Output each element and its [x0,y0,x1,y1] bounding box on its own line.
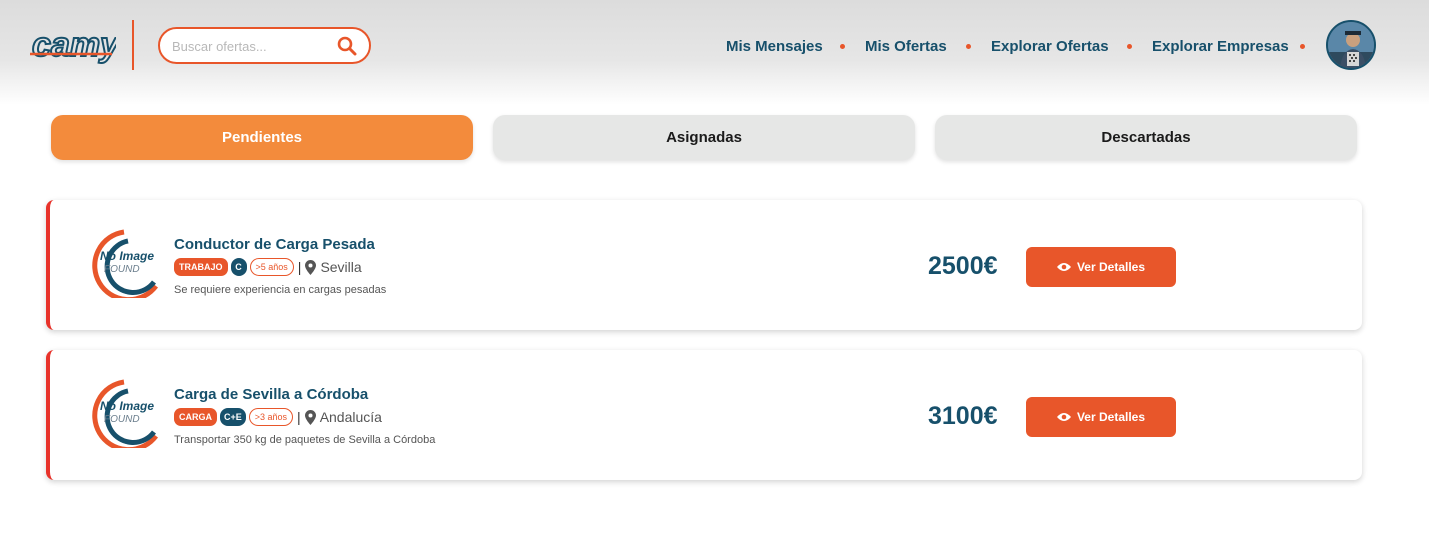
nav-item-mis-ofertas-wrap: Mis Ofertas [865,36,947,56]
nav-dot [1127,43,1132,49]
separator: | [297,259,302,275]
no-image-sublabel: FOUND [104,414,140,425]
search-icon[interactable] [337,36,357,56]
offer-card[interactable]: No Image FOUND Carga de Sevilla a Córdob… [46,350,1362,480]
nav-explorar-empresas[interactable]: Explorar Empresas [1152,38,1289,55]
location-pin-icon [305,259,317,275]
offer-description: Transportar 350 kg de paquetes de Sevill… [174,434,436,446]
offer-price: 2500€ [928,252,998,280]
nav-mis-mensajes[interactable]: Mis Mensajes [726,38,823,55]
logo-divider [132,20,134,70]
ver-detalles-button[interactable]: Ver Detalles [1026,397,1176,437]
camyo-logo[interactable]: camyo [30,18,141,70]
user-avatar[interactable] [1326,20,1376,70]
offer-price: 3100€ [928,402,998,430]
no-image-label: No Image [100,399,154,413]
nav-dot [840,43,845,49]
eye-icon [1056,413,1071,421]
offer-tags: TRABAJO C >5 años | Sevilla [174,257,362,277]
type-badge: TRABAJO [174,258,228,276]
ver-detalles-label: Ver Detalles [1076,410,1146,424]
license-badge: C [230,258,247,276]
offer-title[interactable]: Conductor de Carga Pesada [174,236,375,253]
offer-location: Andalucía [319,409,382,425]
no-image-sublabel: FOUND [104,264,140,275]
nav-dot [966,43,971,49]
nav-separator [1127,36,1132,56]
type-badge: CARGA [174,408,217,426]
tab-asignadas[interactable]: Asignadas [493,115,915,160]
offer-tags: CARGA C+E >3 años | Andalucía [174,407,382,427]
ver-detalles-button[interactable]: Ver Detalles [1026,247,1176,287]
eye-icon [1056,263,1071,271]
experience-badge: >3 años [248,408,294,426]
experience-badge: >5 años [249,258,294,276]
license-badge: C+E [220,408,246,426]
no-image-label: No Image [100,249,154,263]
logo-text: camyo [32,26,116,64]
search-input[interactable] [172,37,332,55]
tab-pendientes[interactable]: Pendientes [51,115,473,160]
nav-item-mis-mensajes-wrap: Mis Mensajes [726,36,823,56]
nav-explorar-ofertas[interactable]: Explorar Ofertas [991,38,1109,55]
offer-location: Sevilla [320,259,362,275]
offer-title[interactable]: Carga de Sevilla a Córdoba [174,386,368,403]
no-image-placeholder: No Image FOUND [92,229,159,298]
no-image-placeholder: No Image FOUND [92,379,159,448]
search-box [158,27,371,64]
nav-separator [966,36,971,56]
offer-card[interactable]: No Image FOUND Conductor de Carga Pesada… [46,200,1362,330]
nav-item-explorar-empresas-wrap: Explorar Empresas [1152,36,1289,56]
nav-separator [840,36,845,56]
separator: | [297,409,301,425]
nav-mis-ofertas[interactable]: Mis Ofertas [865,38,947,55]
offer-description: Se requiere experiencia en cargas pesada… [174,284,387,296]
ver-detalles-label: Ver Detalles [1076,260,1146,274]
nav-dot [1300,43,1305,49]
nav-item-explorar-ofertas-wrap: Explorar Ofertas [991,36,1109,56]
tab-descartadas[interactable]: Descartadas [935,115,1357,160]
location-pin-icon [304,409,316,425]
nav-separator [1300,36,1305,56]
